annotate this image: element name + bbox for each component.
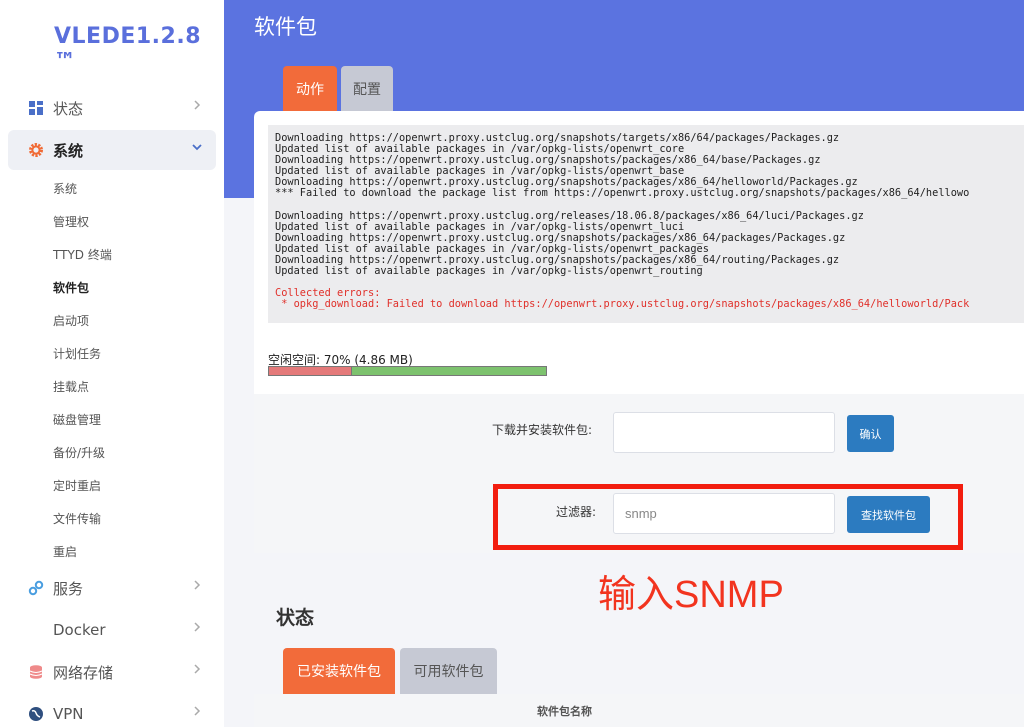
package-table-header: [254, 694, 1024, 727]
sidebar-item-label: 系统: [53, 141, 84, 160]
free-space-bar: [268, 366, 547, 376]
globe-icon: [29, 707, 43, 721]
annotation-text: 输入SNMP: [598, 574, 784, 616]
tab-config[interactable]: 配置: [341, 66, 393, 112]
chevron-right-icon: [194, 664, 201, 674]
chevron-right-icon: [194, 100, 201, 110]
sidebar-subitem-mounts[interactable]: 挂载点: [53, 378, 89, 395]
sidebar-item-label: 状态: [53, 99, 84, 118]
sidebar-item-vpn[interactable]: VPN: [8, 694, 216, 727]
chevron-down-icon: [192, 144, 202, 151]
sidebar-subitem-admin[interactable]: 管理权: [53, 213, 89, 230]
dashboard-icon: [29, 101, 43, 115]
sidebar-item-services[interactable]: 服务: [8, 568, 216, 608]
sidebar: VLEDE1.2.8 ™ 状态 系统 系统 管理权 TTYD 终端 软件包 启动…: [0, 0, 224, 727]
tab-installed-packages[interactable]: 已安装软件包: [283, 648, 395, 694]
download-package-input[interactable]: [613, 412, 835, 453]
sidebar-subitem-filetransfer[interactable]: 文件传输: [53, 510, 101, 527]
gear-icon: [29, 143, 43, 157]
sidebar-subitem-crontab[interactable]: 计划任务: [53, 345, 101, 362]
opkg-log-output: Downloading https://openwrt.proxy.ustclu…: [268, 125, 1024, 323]
database-icon: [29, 665, 43, 679]
sidebar-item-status[interactable]: 状态: [8, 88, 216, 128]
sidebar-item-system[interactable]: 系统: [8, 130, 216, 170]
sidebar-item-nas[interactable]: 网络存储: [8, 652, 216, 692]
status-section-title: 状态: [276, 607, 315, 629]
sidebar-item-docker[interactable]: Docker: [8, 610, 216, 650]
tab-available-packages[interactable]: 可用软件包: [400, 648, 497, 694]
log-line: Updated list of available packages in /v…: [275, 265, 703, 278]
app-logo: VLEDE1.2.8 ™: [54, 24, 202, 74]
sidebar-subitem-reboot[interactable]: 重启: [53, 543, 77, 560]
sidebar-item-label: 服务: [53, 579, 84, 598]
sidebar-item-label: 网络存储: [53, 663, 114, 682]
sidebar-subitem-ttyd[interactable]: TTYD 终端: [53, 246, 112, 263]
chevron-right-icon: [194, 706, 201, 716]
filter-highlight-annotation: [493, 484, 963, 550]
page-title: 软件包: [254, 15, 317, 39]
sidebar-subitem-system[interactable]: 系统: [53, 180, 77, 197]
log-line: Downloading https://openwrt.proxy.ustclu…: [275, 209, 864, 222]
sidebar-subitem-packages[interactable]: 软件包: [53, 279, 89, 296]
sidebar-subitem-backup[interactable]: 备份/升级: [53, 444, 105, 461]
sidebar-subitem-startup[interactable]: 启动项: [53, 312, 89, 329]
sidebar-item-label: Docker: [53, 621, 106, 639]
sidebar-item-label: VPN: [53, 705, 84, 723]
log-line: *** Failed to download the package list …: [275, 187, 970, 200]
sidebar-subitem-disk[interactable]: 磁盘管理: [53, 411, 101, 428]
confirm-button[interactable]: 确认: [847, 415, 894, 452]
sidebar-subitem-autoreboot[interactable]: 定时重启: [53, 477, 101, 494]
log-error-line: * opkg_download: Failed to download http…: [275, 298, 970, 311]
chevron-right-icon: [194, 580, 201, 590]
tab-actions[interactable]: 动作: [283, 66, 337, 112]
download-install-label: 下载并安装软件包:: [492, 423, 593, 437]
cogs-icon: [28, 580, 44, 596]
column-header-package-name: 软件包名称: [537, 705, 592, 718]
used-space-fill: [269, 367, 353, 375]
chevron-right-icon: [194, 622, 201, 632]
